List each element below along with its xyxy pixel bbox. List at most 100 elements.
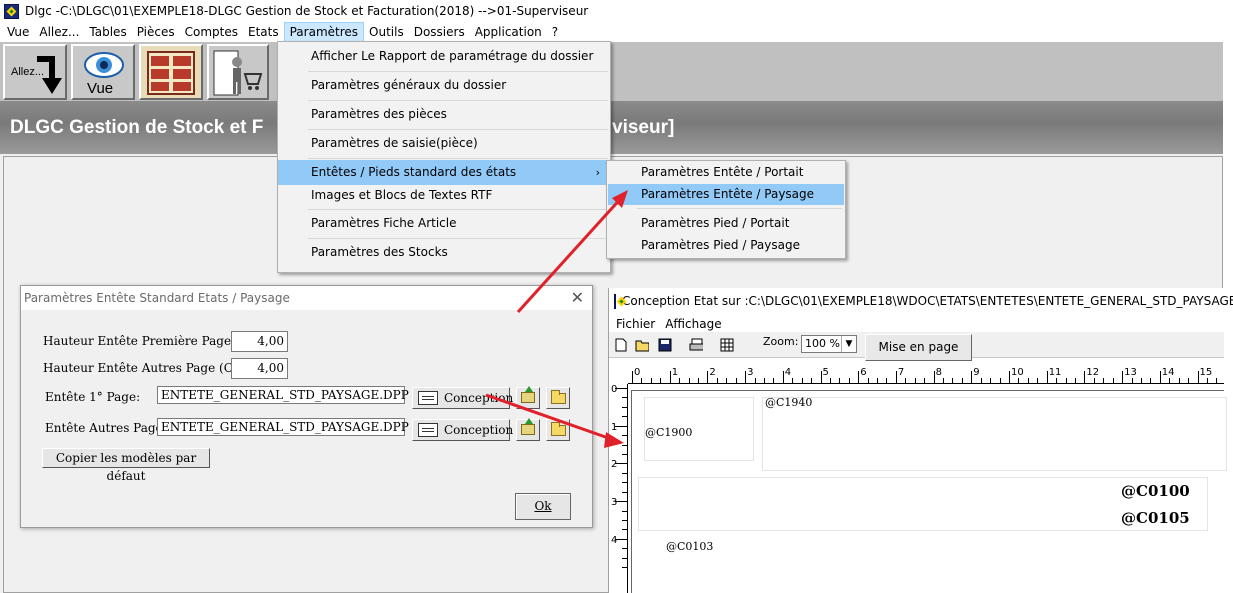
conception-autres-button[interactable]: Conception (412, 419, 513, 441)
dialog-title-bar: Paramètres Entête Standard Etats / Paysa… (21, 286, 592, 310)
ruler-tick (792, 378, 794, 383)
print-icon[interactable] (689, 338, 703, 352)
menu-bar: Vue Allez... Tables Pièces Comptes Etats… (0, 22, 1233, 42)
menu-item-parametres-generaux[interactable]: Paramètres généraux du dossier (278, 73, 610, 98)
header-title-right: viseur] (612, 117, 675, 138)
save-icon[interactable] (658, 338, 672, 352)
menu-item-label: Paramètres des pièces (311, 107, 447, 121)
submenu-item-label: Paramètres Pied / Paysage (641, 238, 800, 252)
menu-allez[interactable]: Allez... (34, 22, 84, 42)
field-c0100[interactable]: @C0100 (1121, 482, 1190, 500)
ruler-tick (622, 416, 627, 418)
open-folder-1-button[interactable] (546, 387, 570, 409)
ruler-tick (961, 378, 963, 383)
ruler-tick (971, 371, 973, 383)
pieces-button[interactable] (207, 44, 269, 100)
grid-icon[interactable] (720, 338, 734, 352)
upload-1-button[interactable] (516, 386, 540, 409)
ruler-tick (1009, 371, 1010, 383)
menu-outils[interactable]: Outils (364, 22, 409, 42)
design-title-bar: Conception Etat sur :C:\DLGC\01\EXEMPLE1… (609, 288, 1233, 314)
zoom-select[interactable]: 100 % ▼ (801, 335, 857, 353)
menu-item-parametres-pieces[interactable]: Paramètres des pièces (278, 102, 610, 127)
allez-button[interactable]: Allez... (3, 44, 67, 100)
hauteur-autres-input[interactable]: 4,00 (231, 358, 288, 379)
ruler-tick (660, 378, 662, 383)
menu-comptes[interactable]: Comptes (180, 22, 243, 42)
ruler-tick (999, 378, 1001, 383)
ruler-tick (839, 378, 841, 383)
open-folder-icon[interactable] (635, 338, 649, 352)
submenu-item-label: Paramètres Entête / Paysage (641, 187, 815, 201)
field-c1940[interactable]: @C1940 (765, 396, 812, 409)
submenu-pied-portait[interactable]: Paramètres Pied / Portait (608, 213, 844, 234)
ruler-tick (811, 378, 813, 383)
new-file-icon[interactable] (614, 338, 628, 352)
open-folder-autres-button[interactable] (546, 419, 570, 441)
conception-1-button[interactable]: Conception (412, 387, 514, 409)
field-c0103[interactable]: @C0103 (666, 540, 713, 553)
menu-application[interactable]: Application (470, 22, 547, 42)
ruler-tick (622, 567, 627, 569)
menu-dossiers[interactable]: Dossiers (409, 22, 470, 42)
menu-item-images-rtf[interactable]: Images et Blocs de Textes RTF (278, 183, 610, 208)
entete-1-input[interactable]: ENTETE_GENERAL_STD_PAYSAGE.DPP (157, 386, 409, 404)
field-c0105[interactable]: @C0105 (1121, 509, 1190, 527)
menu-item-fiche-article[interactable]: Paramètres Fiche Article (278, 211, 610, 236)
conception-1-label: Conception (444, 391, 514, 405)
ruler-tick (1018, 378, 1020, 383)
copier-modeles-button[interactable]: Copier les modèles par défaut (42, 448, 210, 483)
ruler-tick (697, 378, 699, 383)
submenu-item-label: Paramètres Pied / Portait (641, 216, 790, 230)
ruler-tick (905, 378, 907, 383)
ruler-tick (622, 519, 627, 521)
menu-fichier[interactable]: Fichier (611, 317, 660, 331)
ruler-tick (1131, 378, 1133, 383)
ruler-label: 3 (611, 497, 618, 509)
upload-autres-button[interactable] (516, 418, 540, 441)
menu-help[interactable]: ? (547, 22, 563, 42)
tables-button[interactable] (139, 44, 203, 100)
menu-etats[interactable]: Etats (243, 22, 284, 42)
ruler-tick (858, 371, 860, 383)
menu-item-rapport[interactable]: Afficher Le Rapport de paramétrage du do… (278, 44, 610, 69)
mise-en-page-button[interactable]: Mise en page (865, 334, 972, 361)
design-canvas[interactable]: @C1940 @C1900 @C0100 @C0105 @C0103 (631, 390, 1227, 593)
menu-item-label: Paramètres généraux du dossier (311, 78, 507, 92)
upload-icon (521, 386, 535, 403)
header-title-left: DLGC Gestion de Stock et F (10, 117, 264, 138)
menu-pieces[interactable]: Pièces (132, 22, 180, 42)
entete-autres-input[interactable]: ENTETE_GENERAL_STD_PAYSAGE.DPP (157, 418, 409, 436)
ruler-tick (1150, 378, 1152, 383)
ruler-label: 1 (611, 421, 618, 433)
ruler-tick (1037, 378, 1039, 383)
submenu-entete-paysage[interactable]: Paramètres Entête / Paysage (608, 184, 844, 205)
zoom-value: 100 % (805, 337, 840, 350)
submenu-pied-paysage[interactable]: Paramètres Pied / Paysage (608, 235, 844, 256)
ok-button[interactable]: Ok (515, 493, 571, 520)
entete-autres-label: Entête Autres Pages: (45, 421, 173, 435)
menu-separator (308, 100, 608, 101)
app-icon (614, 293, 616, 309)
ruler-tick (1140, 378, 1142, 383)
menu-item-parametres-saisie[interactable]: Paramètres de saisie(pièce) (278, 131, 610, 156)
menu-parametres[interactable]: Paramètres (283, 22, 365, 42)
menu-tables[interactable]: Tables (84, 22, 131, 42)
ruler-tick (773, 378, 775, 383)
hauteur-premiere-input[interactable]: 4,00 (231, 331, 288, 352)
menu-vue[interactable]: Vue (2, 22, 34, 42)
ruler-tick (622, 557, 627, 559)
menu-affichage[interactable]: Affichage (660, 317, 726, 331)
ruler-tick (622, 453, 627, 455)
ruler-tick (820, 371, 822, 383)
close-icon[interactable]: ✕ (571, 286, 584, 310)
menu-item-stocks[interactable]: Paramètres des Stocks (278, 240, 610, 265)
menu-item-entetes-pieds[interactable]: Entêtes / Pieds standard des états › (278, 160, 610, 185)
menu-separator (637, 208, 842, 209)
submenu-entete-portait[interactable]: Paramètres Entête / Portait (608, 162, 844, 183)
chevron-right-icon: › (595, 166, 600, 179)
design-icon (418, 391, 438, 405)
field-c1900[interactable]: @C1900 (645, 426, 692, 439)
menu-separator (308, 129, 608, 130)
vue-button[interactable]: Vue (71, 44, 135, 100)
